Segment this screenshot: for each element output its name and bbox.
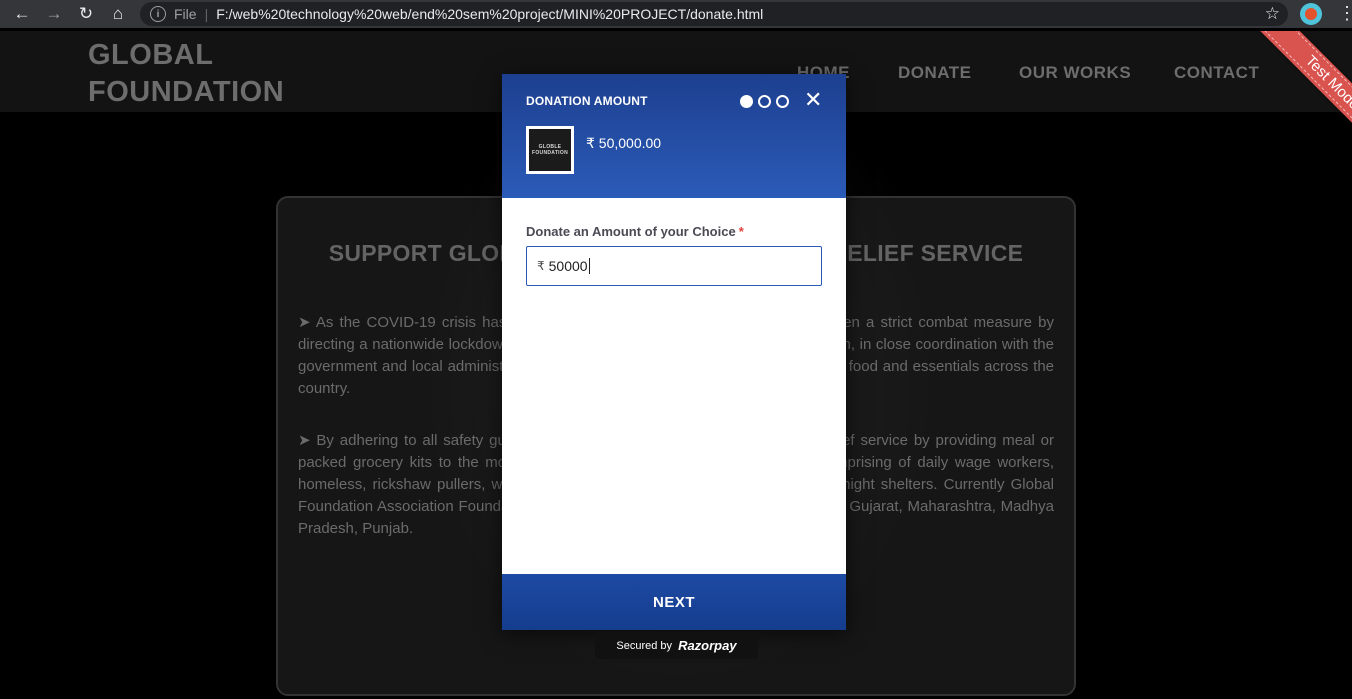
- url-scheme: File: [174, 6, 197, 22]
- bookmark-star-icon[interactable]: ☆: [1265, 4, 1280, 24]
- step-dot-2: [758, 95, 771, 108]
- amount-input-value[interactable]: 50000: [549, 258, 588, 274]
- amount-input[interactable]: ₹ 50000: [526, 246, 822, 286]
- merchant-logo-line2: FOUNDATION: [532, 150, 568, 156]
- rupee-icon: ₹: [537, 259, 545, 273]
- nav-our-works[interactable]: OUR WORKS: [1019, 63, 1131, 83]
- amount-label-text: Donate an Amount of your Choice: [526, 224, 736, 239]
- close-icon[interactable]: ✕: [804, 89, 822, 111]
- extension-icon[interactable]: [1300, 3, 1322, 25]
- checkout-modal: DONATION AMOUNT ✕ GLOBLE FOUNDATION ₹ 50…: [502, 74, 846, 630]
- modal-title: DONATION AMOUNT: [526, 94, 648, 108]
- nav-donate[interactable]: DONATE: [898, 63, 972, 83]
- secured-by-text: Secured by: [616, 639, 673, 652]
- test-mode-ribbon: Test Mode: [1212, 31, 1352, 171]
- modal-header: DONATION AMOUNT ✕ GLOBLE FOUNDATION ₹ 50…: [502, 74, 846, 198]
- logo-line2: FOUNDATION: [88, 76, 285, 108]
- amount-display: ₹ 50,000.00: [586, 135, 662, 151]
- back-arrow-icon[interactable]: ←: [6, 0, 38, 28]
- browser-menu-icon[interactable]: ⋮: [1338, 4, 1352, 22]
- url-separator: |: [204, 6, 209, 22]
- amount-field-label: Donate an Amount of your Choice *: [526, 224, 744, 239]
- next-button[interactable]: NEXT: [502, 574, 846, 630]
- reload-icon[interactable]: ↻: [70, 0, 102, 28]
- forward-arrow-icon[interactable]: →: [38, 0, 70, 28]
- razorpay-logo: Razorpay: [678, 638, 737, 653]
- required-asterisk: *: [738, 224, 744, 239]
- site-logo[interactable]: GLOBAL FOUNDATION: [88, 37, 284, 111]
- url-text[interactable]: F:/web%20technology%20web/end%20sem%20pr…: [216, 6, 763, 22]
- logo-line1: GLOBAL: [88, 39, 214, 71]
- merchant-logo: GLOBLE FOUNDATION: [526, 126, 574, 174]
- ribbon-label: Test Mode: [1251, 31, 1352, 164]
- browser-toolbar: ← → ↻ ⌂ i File | F:/web%20technology%20w…: [0, 0, 1352, 28]
- step-dot-3: [776, 95, 789, 108]
- address-bar[interactable]: i File | F:/web%20technology%20web/end%2…: [140, 2, 1288, 26]
- info-icon[interactable]: i: [150, 6, 166, 22]
- text-caret: [588, 258, 590, 274]
- home-icon[interactable]: ⌂: [102, 0, 134, 28]
- secured-by-badge: Secured by Razorpay: [595, 632, 758, 659]
- step-dot-1: [740, 95, 753, 108]
- step-indicator: [740, 95, 789, 108]
